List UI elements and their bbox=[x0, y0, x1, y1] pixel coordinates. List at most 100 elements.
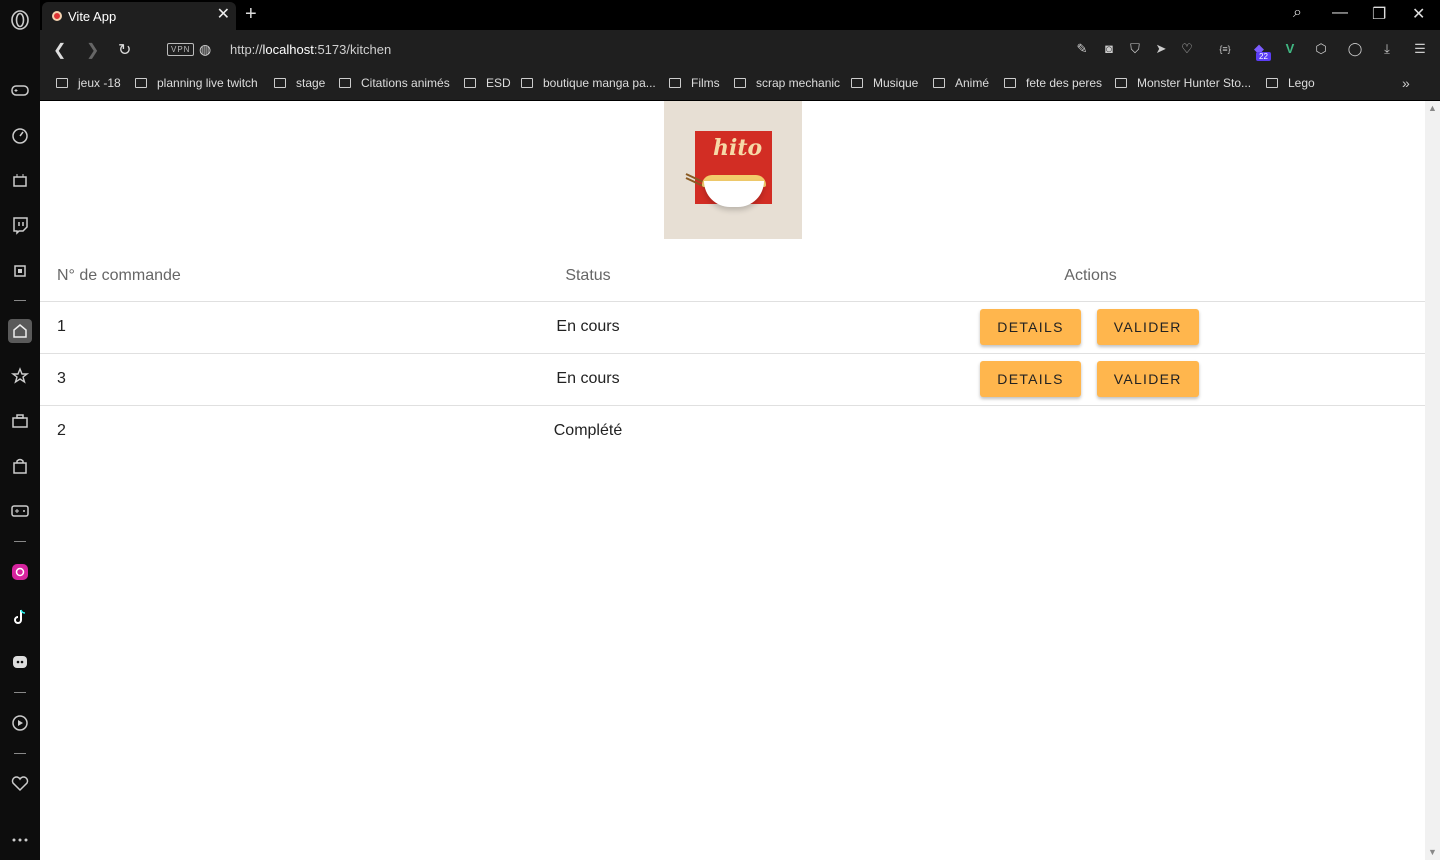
tab-favicon-icon bbox=[52, 11, 62, 21]
bookmark-item[interactable]: boutique manga pa... bbox=[521, 76, 656, 90]
cube-icon[interactable]: ⬡ bbox=[1313, 41, 1329, 57]
globe-icon[interactable]: ◍ bbox=[199, 41, 211, 58]
bookmark-label: Citations animés bbox=[361, 76, 450, 90]
easy-setup-icon[interactable]: ☰ bbox=[1412, 41, 1428, 57]
order-status: En cours bbox=[420, 301, 756, 354]
instagram-icon[interactable] bbox=[8, 560, 32, 584]
tab-vite-app[interactable]: Vite App ✕ bbox=[42, 2, 236, 30]
new-tab-icon[interactable]: + bbox=[245, 3, 257, 26]
edit-icon[interactable]: ✎ bbox=[1074, 41, 1090, 57]
vue-devtools-icon[interactable]: V bbox=[1282, 41, 1298, 57]
bookmark-label: planning live twitch bbox=[157, 76, 258, 90]
folder-icon bbox=[851, 78, 863, 88]
close-tab-icon[interactable]: ✕ bbox=[217, 7, 230, 23]
discord-icon[interactable] bbox=[8, 650, 32, 674]
star-icon[interactable] bbox=[8, 364, 32, 388]
controller-icon[interactable] bbox=[8, 499, 32, 523]
validate-button[interactable]: VALIDER bbox=[1096, 361, 1199, 397]
table-header-row: N° de commande Status Actions bbox=[40, 251, 1425, 302]
details-button[interactable]: DETAILS bbox=[980, 309, 1081, 345]
camera-icon[interactable]: ◙ bbox=[1101, 41, 1117, 57]
player-icon[interactable] bbox=[8, 711, 32, 735]
back-icon[interactable]: ❮ bbox=[53, 40, 66, 60]
sidebar-divider bbox=[14, 300, 26, 301]
opera-logo-icon[interactable] bbox=[8, 8, 32, 32]
bookmark-item[interactable]: fete des peres bbox=[1004, 76, 1102, 90]
bookmark-item[interactable]: planning live twitch bbox=[135, 76, 258, 90]
page-scrollbar[interactable]: ▲ ▼ bbox=[1425, 101, 1440, 860]
heart-icon[interactable]: ♡ bbox=[1179, 41, 1195, 57]
bookmark-item[interactable]: Lego bbox=[1266, 76, 1315, 90]
scroll-down-icon[interactable]: ▼ bbox=[1428, 847, 1437, 857]
search-tabs-icon[interactable]: ⌕ bbox=[1293, 4, 1302, 22]
order-actions bbox=[756, 405, 1425, 457]
minimize-icon[interactable]: — bbox=[1332, 4, 1348, 22]
bookmark-label: stage bbox=[296, 76, 326, 90]
reload-icon[interactable]: ↻ bbox=[118, 40, 131, 60]
header-order-number: N° de commande bbox=[40, 251, 420, 302]
bookmark-label: Lego bbox=[1288, 76, 1315, 90]
folder-icon bbox=[339, 78, 351, 88]
bookmark-label: jeux -18 bbox=[78, 76, 121, 90]
bookmark-item[interactable]: Films bbox=[669, 76, 720, 90]
bookmark-item[interactable]: scrap mechanic bbox=[734, 76, 840, 90]
bookmark-item[interactable]: stage bbox=[274, 76, 325, 90]
twitch-icon[interactable] bbox=[8, 213, 32, 237]
url-path: :5173/kitchen bbox=[313, 42, 392, 57]
gx-cleaner-icon[interactable] bbox=[8, 168, 32, 192]
restore-icon[interactable]: ❐ bbox=[1372, 4, 1386, 24]
download-icon[interactable]: ⤓ bbox=[1379, 41, 1395, 57]
folder-icon bbox=[274, 78, 286, 88]
forward-icon[interactable]: ❯ bbox=[86, 40, 99, 60]
bookmark-item[interactable]: Monster Hunter Sto... bbox=[1115, 76, 1251, 90]
gamepad-icon[interactable] bbox=[8, 78, 32, 102]
order-number: 1 bbox=[40, 301, 420, 354]
bookmark-label: Films bbox=[691, 76, 720, 90]
page-content: hito N° de commande Status Actions 1 En … bbox=[40, 101, 1425, 860]
table-row: 2 Complété bbox=[40, 405, 1425, 457]
bookmark-label: Animé bbox=[955, 76, 990, 90]
bookmarks-bar: » jeux -18 planning live twitch stage Citat… bbox=[40, 70, 1440, 100]
folder-icon bbox=[933, 78, 945, 88]
header-actions: Actions bbox=[756, 251, 1425, 302]
browser-sidebar bbox=[0, 0, 40, 860]
shield-icon[interactable]: ⛉ bbox=[1127, 41, 1143, 57]
scroll-up-icon[interactable]: ▲ bbox=[1428, 103, 1437, 113]
code-icon[interactable]: {≡} bbox=[1217, 41, 1233, 57]
order-number: 3 bbox=[40, 353, 420, 406]
cpu-icon[interactable] bbox=[8, 259, 32, 283]
briefcase-icon[interactable] bbox=[8, 409, 32, 433]
speedometer-icon[interactable] bbox=[8, 123, 32, 147]
send-icon[interactable]: ➤ bbox=[1153, 41, 1169, 57]
shopping-bag-icon[interactable] bbox=[8, 454, 32, 478]
folder-icon bbox=[135, 78, 147, 88]
url-field[interactable]: http://localhost:5173/kitchen bbox=[230, 42, 391, 57]
extension-badge: 22 bbox=[1256, 52, 1271, 61]
vpn-badge[interactable]: VPN bbox=[167, 43, 195, 56]
details-button[interactable]: DETAILS bbox=[980, 361, 1081, 397]
bookmark-label: scrap mechanic bbox=[756, 76, 841, 90]
tab-title: Vite App bbox=[68, 8, 117, 24]
orders-table: N° de commande Status Actions 1 En cours… bbox=[40, 251, 1425, 457]
heart-icon[interactable] bbox=[8, 772, 32, 796]
address-bar: ❮ ❯ ↻ VPN ◍ http://localhost:5173/kitche… bbox=[40, 30, 1440, 70]
validate-button[interactable]: VALIDER bbox=[1096, 309, 1199, 345]
order-number: 2 bbox=[57, 422, 66, 440]
account-icon[interactable]: ◯ bbox=[1347, 41, 1363, 57]
close-window-icon[interactable]: ✕ bbox=[1412, 4, 1425, 24]
more-options-icon[interactable] bbox=[8, 828, 32, 852]
bookmark-item[interactable]: Musique bbox=[851, 76, 918, 90]
tiktok-icon[interactable] bbox=[8, 605, 32, 629]
bookmark-item[interactable]: jeux -18 bbox=[56, 76, 121, 90]
sidebar-divider bbox=[14, 541, 26, 542]
bookmark-item[interactable]: ESD bbox=[464, 76, 511, 90]
folder-icon bbox=[1115, 78, 1127, 88]
bookmark-item[interactable]: Animé bbox=[933, 76, 989, 90]
folder-icon bbox=[1004, 78, 1016, 88]
order-actions: DETAILS VALIDER bbox=[756, 353, 1425, 406]
bookmarks-more-icon[interactable]: » bbox=[1402, 75, 1410, 91]
bookmark-item[interactable]: Citations animés bbox=[339, 76, 450, 90]
folder-icon bbox=[56, 78, 68, 88]
bookmark-label: boutique manga pa... bbox=[543, 76, 656, 90]
home-icon[interactable] bbox=[8, 319, 32, 343]
